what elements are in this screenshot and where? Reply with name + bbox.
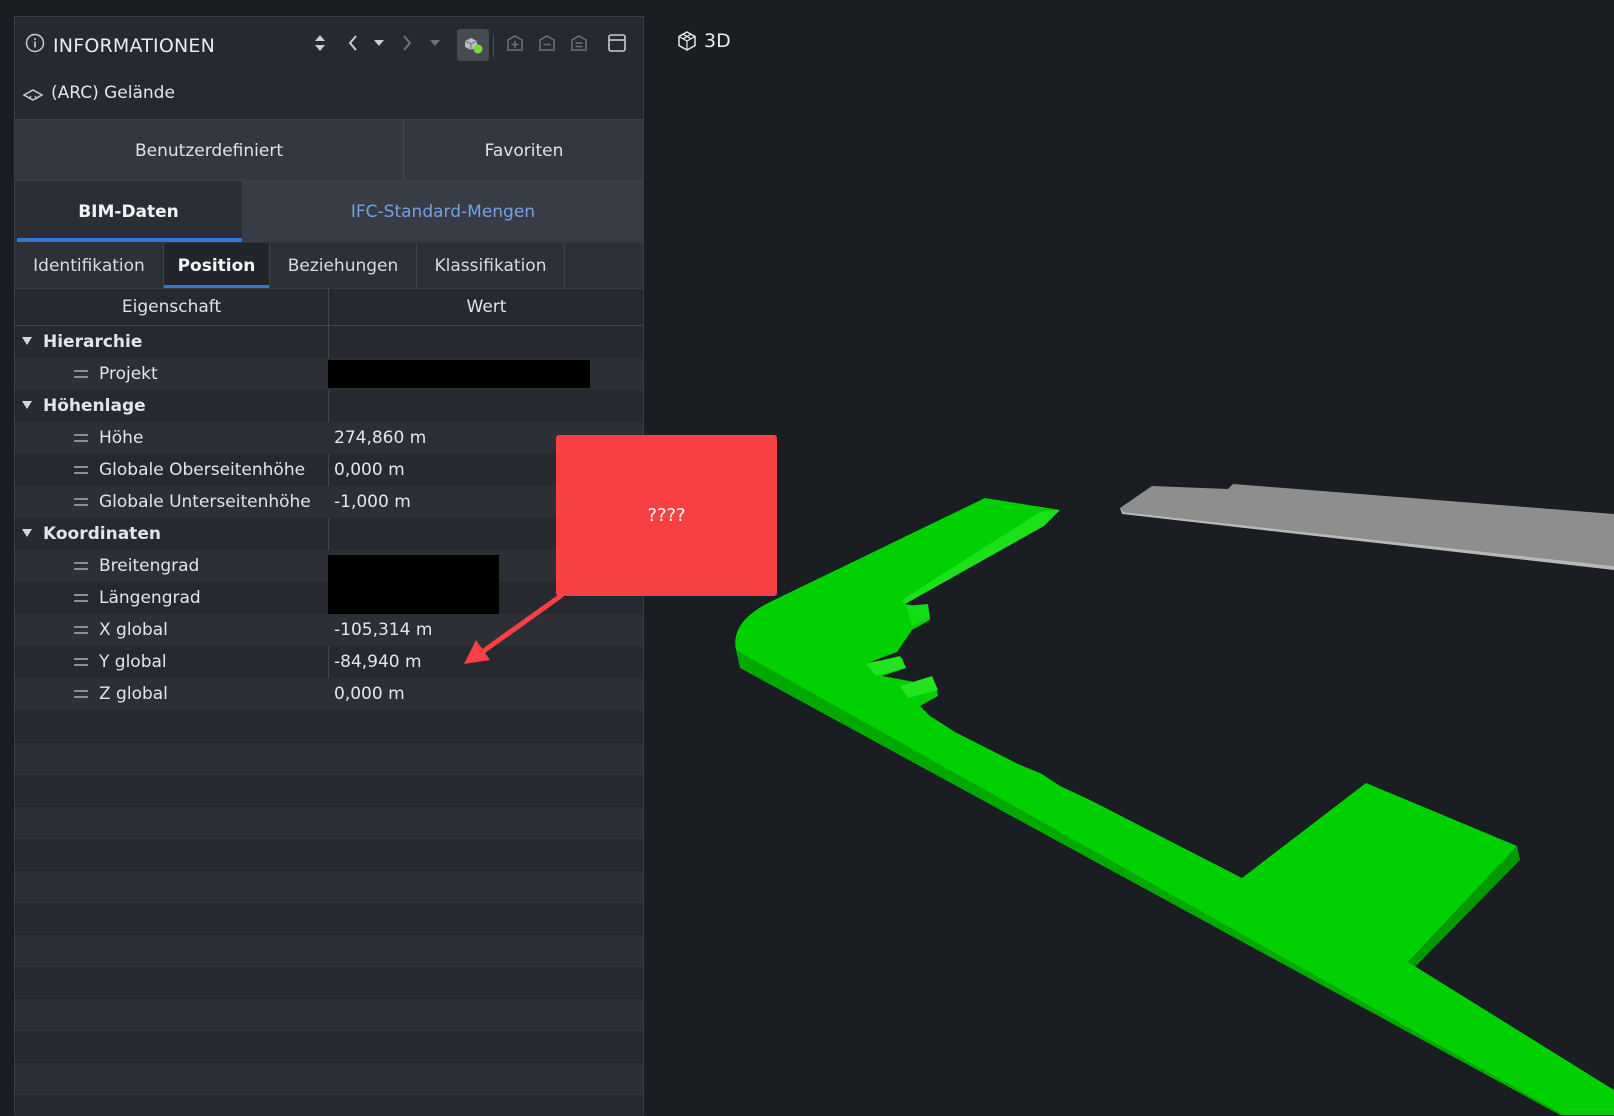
terrain-top-face [735,498,1614,1115]
viewport-label[interactable]: 3D [676,30,731,52]
3d-viewport-canvas[interactable] [0,0,1614,1115]
grey-building-element [1120,484,1614,566]
annotation-callout: ???? [556,435,777,596]
callout-arrow-line [476,592,564,658]
viewport-label-text: 3D [704,30,731,52]
callout-text: ???? [647,505,686,526]
3d-cube-icon [678,31,696,51]
